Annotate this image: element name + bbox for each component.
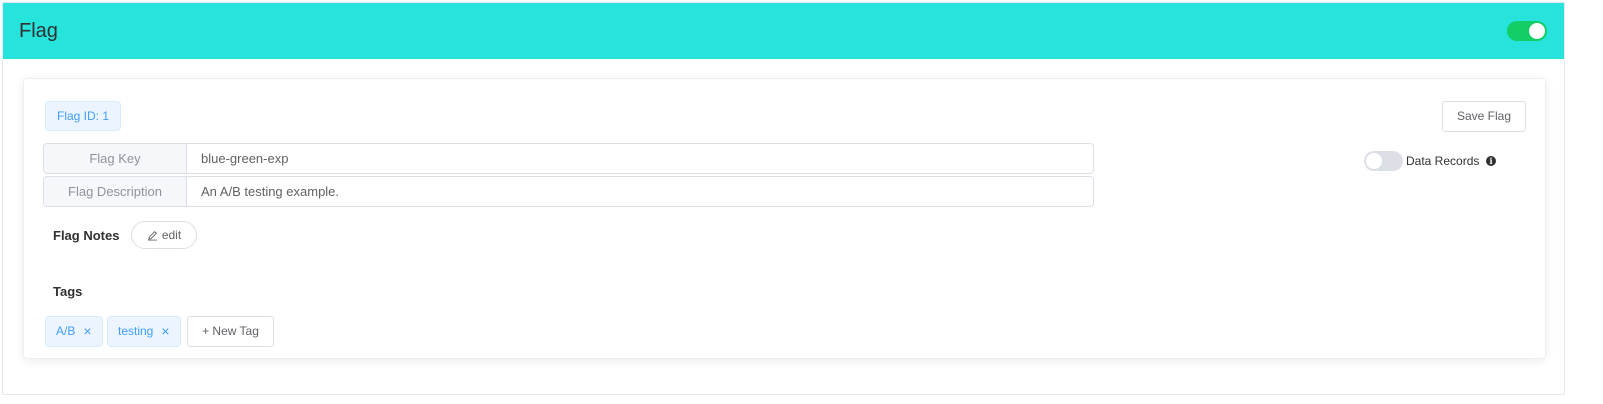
- data-records-toggle[interactable]: [1364, 151, 1403, 171]
- flag-notes-label: Flag Notes: [53, 228, 120, 243]
- tag-label: A/B: [56, 324, 76, 338]
- toggle-knob: [1366, 153, 1382, 169]
- tag-label: testing: [118, 324, 154, 338]
- pencil-icon: [147, 230, 157, 241]
- tag-item: A/B ×: [45, 316, 103, 347]
- flag-panel: Flag Flag ID: 1 Save Flag Flag Key Flag …: [2, 2, 1565, 395]
- flag-description-input[interactable]: [187, 177, 1093, 206]
- info-icon[interactable]: i: [1486, 156, 1496, 166]
- toggle-knob: [1529, 23, 1545, 39]
- close-icon[interactable]: ×: [161, 317, 169, 346]
- flag-description-group: Flag Description: [43, 176, 1094, 207]
- tag-item: testing ×: [107, 316, 181, 347]
- flag-enabled-toggle[interactable]: [1507, 21, 1547, 41]
- edit-label: edit: [161, 228, 182, 242]
- page-title: Flag: [19, 20, 58, 42]
- flag-card: Flag ID: 1 Save Flag Flag Key Flag Descr…: [23, 78, 1546, 359]
- flag-description-label: Flag Description: [44, 177, 187, 206]
- save-flag-button[interactable]: Save Flag: [1442, 101, 1526, 132]
- panel-header: Flag: [3, 3, 1564, 59]
- close-icon[interactable]: ×: [83, 317, 91, 346]
- flag-key-input[interactable]: [187, 144, 1093, 173]
- flag-key-label: Flag Key: [44, 144, 187, 173]
- tags-title: Tags: [53, 284, 83, 299]
- flag-id-badge: Flag ID: 1: [45, 101, 122, 131]
- edit-notes-button[interactable]: edit: [131, 221, 197, 249]
- new-tag-button[interactable]: + New Tag: [187, 316, 274, 347]
- flag-key-group: Flag Key: [43, 143, 1094, 174]
- data-records-label: Data Records: [1406, 154, 1480, 168]
